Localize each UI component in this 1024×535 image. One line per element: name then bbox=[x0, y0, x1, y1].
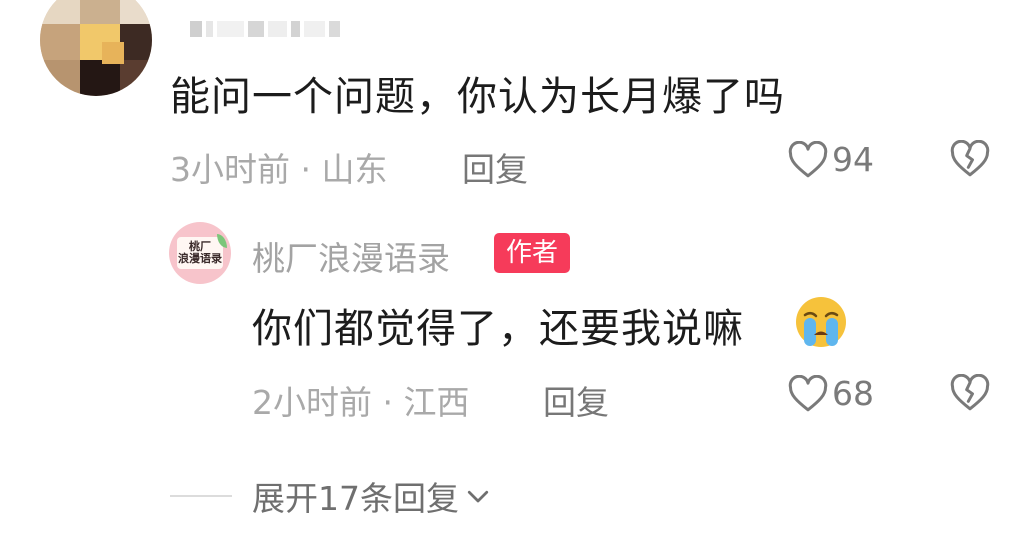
heart-outline-icon bbox=[788, 374, 828, 411]
reply-reply-button[interactable]: 回复 bbox=[543, 376, 609, 424]
commenter-avatar[interactable] bbox=[40, 0, 152, 96]
comment-like-button[interactable]: 94 bbox=[788, 140, 874, 179]
heart-outline-icon bbox=[788, 140, 828, 177]
avatar-logo-line2: 浪漫语录 bbox=[178, 252, 222, 265]
comment-like-count: 94 bbox=[832, 140, 874, 179]
reply-dislike-button[interactable] bbox=[950, 373, 990, 416]
expand-replies-button[interactable]: 展开17条回复 bbox=[252, 472, 493, 520]
reply-like-button[interactable]: 68 bbox=[788, 374, 874, 413]
crying-face-emoji bbox=[796, 297, 846, 347]
expand-replies-label: 展开17条回复 bbox=[252, 479, 459, 518]
broken-heart-icon bbox=[950, 373, 990, 411]
reply-time-location: 2小时前 · 江西 bbox=[252, 383, 470, 422]
broken-heart-icon bbox=[950, 139, 990, 177]
author-badge: 作者 bbox=[494, 233, 571, 273]
reply-text: 你们都觉得了，还要我说嘛 bbox=[252, 306, 744, 352]
reply-like-count: 68 bbox=[832, 374, 874, 413]
avatar-logo: 桃厂 浪漫语录 bbox=[177, 234, 227, 269]
comment-time-location: 3小时前 · 山东 bbox=[170, 150, 388, 189]
commenter-name-redacted[interactable] bbox=[190, 18, 340, 40]
comment-reply-button[interactable]: 回复 bbox=[462, 143, 528, 191]
comment-text: 能问一个问题，你认为长月爆了吗 bbox=[170, 74, 785, 120]
reply-author-avatar[interactable]: 桃厂 浪漫语录 bbox=[169, 222, 231, 284]
comment-dislike-button[interactable] bbox=[950, 139, 990, 182]
chevron-down-icon bbox=[467, 490, 489, 503]
reply-author-name[interactable]: 桃厂浪漫语录 bbox=[252, 232, 450, 280]
expand-divider bbox=[170, 495, 232, 497]
